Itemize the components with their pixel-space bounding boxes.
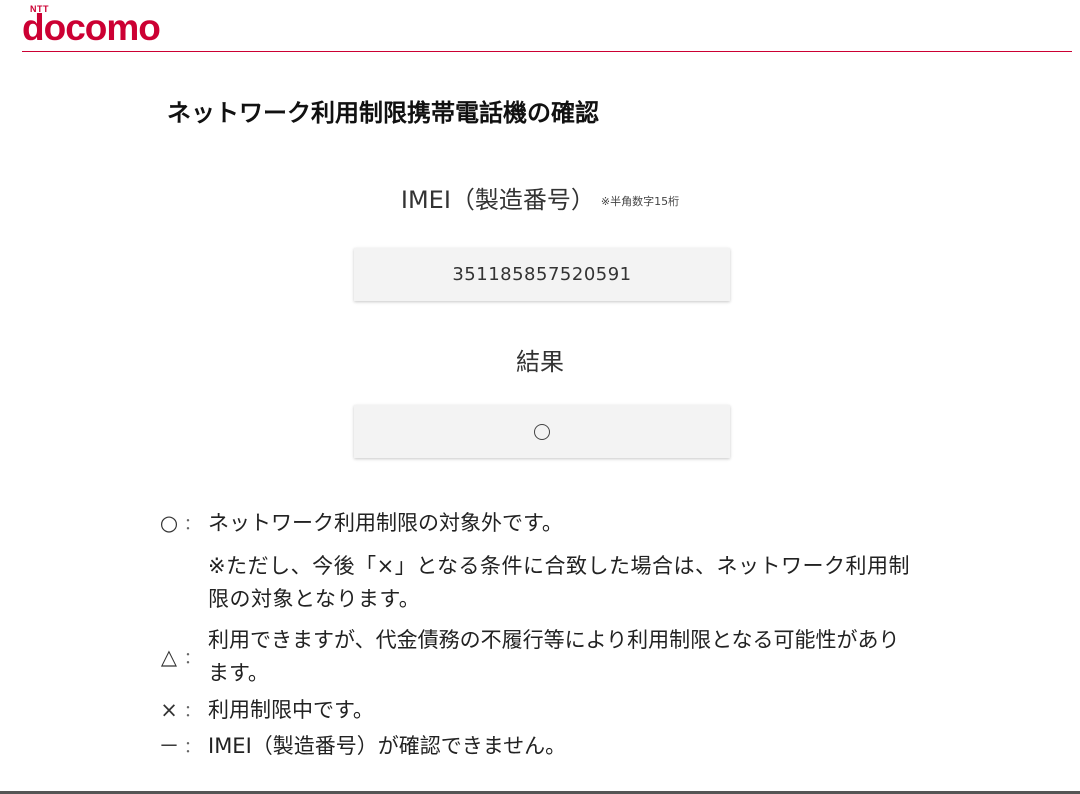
- imei-value: 351185857520591: [452, 264, 632, 285]
- legend-symbol-cross: ×: [160, 698, 178, 722]
- legend-symbol-dash: －: [158, 734, 180, 758]
- imei-value-field: 351185857520591: [354, 248, 730, 301]
- legend-colon: ：: [184, 514, 201, 533]
- logo-docomo-text: docomo: [22, 7, 161, 48]
- header-divider: [22, 51, 1072, 52]
- legend-symbol-triangle: △: [160, 645, 178, 669]
- legend-colon: ：: [184, 701, 201, 720]
- legend-text-cross: 利用制限中です。: [208, 698, 374, 722]
- result-value-field: [354, 405, 730, 458]
- legend-symbol-circle: ○: [159, 511, 179, 535]
- legend-note: ※ただし、今後「×」となる条件に合致した場合は、ネットワーク利用制限の対象となり…: [208, 554, 911, 611]
- page-title: ネットワーク利用制限携帯電話機の確認: [167, 99, 599, 127]
- legend-text-circle: ネットワーク利用制限の対象外です。: [208, 511, 563, 535]
- legend-text-dash: IMEI（製造番号）が確認できません。: [208, 734, 567, 758]
- imei-label-text: IMEI（製造番号）: [400, 186, 595, 214]
- legend-colon: ：: [184, 648, 201, 667]
- legend-text-triangle: 利用できますが、代金債務の不履行等により利用制限となる可能性があります。: [208, 628, 900, 685]
- result-label: 結果: [516, 348, 564, 376]
- imei-note: ※半角数字15桁: [600, 195, 680, 208]
- imei-label: IMEI（製造番号） ※半角数字15桁: [0, 183, 1080, 219]
- legend-colon: ：: [184, 737, 201, 756]
- circle-icon: [534, 423, 550, 440]
- legend-item-triangle: △ ： 利用できますが、代金債務の不履行等により利用制限となる可能性があります。: [158, 624, 938, 690]
